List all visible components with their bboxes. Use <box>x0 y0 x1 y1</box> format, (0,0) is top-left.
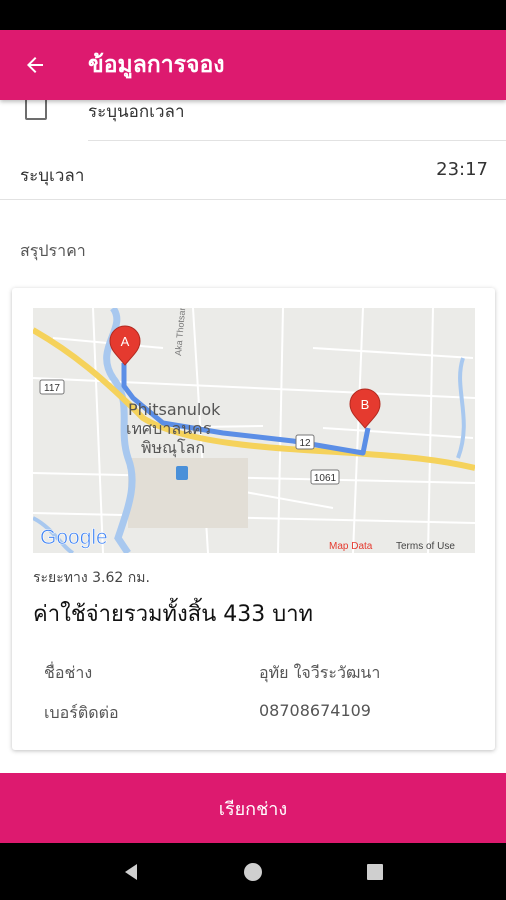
total-cost-text: ค่าใช้จ่ายรวมทั้งสิ้น 433 บาท <box>33 602 314 627</box>
time-row[interactable]: ระบุเวลา 23:17 <box>0 141 506 199</box>
map-data-link[interactable]: Map Data <box>329 541 373 552</box>
phone-value[interactable]: 08708674109 <box>259 701 371 720</box>
svg-text:117: 117 <box>44 383 60 394</box>
time-label: ระบุเวลา <box>20 166 85 186</box>
call-technician-label: เรียกช่าง <box>218 798 288 820</box>
divider <box>0 199 506 200</box>
time-value[interactable]: 23:17 <box>436 159 488 180</box>
city-label-th-2: พิษณุโลก <box>141 438 205 458</box>
google-logo: Google <box>40 526 108 549</box>
price-summary-label: สรุปราคา <box>20 241 86 260</box>
phone-label: เบอร์ติดต่อ <box>44 703 119 722</box>
technician-label: ชื่อช่าง <box>44 663 93 682</box>
nav-back-icon[interactable] <box>111 852 151 892</box>
train-station-icon <box>176 466 188 480</box>
page-title: ข้อมูลการจอง <box>88 52 225 78</box>
road-shield-12: 12 <box>295 434 315 450</box>
after-hours-row: ระบุนอกเวลา <box>0 100 506 140</box>
app-bar: ข้อมูลการจอง <box>0 30 506 100</box>
booking-content: ระบุนอกเวลา ระบุเวลา 23:17 สรุปราคา 117 … <box>0 100 506 773</box>
route-map[interactable]: 117 12 1061 Aka Thotsarot Phitsanulok เท… <box>33 308 475 553</box>
city-label-th-1: เทศบาลนคร <box>126 419 212 438</box>
system-nav-bar <box>0 843 506 900</box>
status-bar <box>0 0 506 30</box>
road-shield-117: 117 <box>39 379 65 395</box>
svg-text:12: 12 <box>299 438 311 449</box>
svg-text:1061: 1061 <box>314 473 337 484</box>
summary-card: 117 12 1061 Aka Thotsarot Phitsanulok เท… <box>12 288 495 750</box>
road-shield-1061: 1061 <box>310 469 340 485</box>
terms-of-use-link[interactable]: Terms of Use <box>396 541 455 552</box>
after-hours-checkbox[interactable] <box>25 100 47 120</box>
nav-recents-icon[interactable] <box>355 852 395 892</box>
city-label-en: Phitsanulok <box>128 400 221 419</box>
technician-name: อุทัย ใจวีระวัฒนา <box>259 663 381 682</box>
back-arrow-icon[interactable] <box>0 30 70 100</box>
call-technician-button[interactable]: เรียกช่าง <box>0 773 506 843</box>
svg-text:A: A <box>121 334 130 349</box>
nav-home-icon[interactable] <box>233 852 273 892</box>
after-hours-label: ระบุนอกเวลา <box>88 102 185 122</box>
distance-text: ระยะทาง 3.62 กม. <box>33 570 150 586</box>
svg-text:B: B <box>361 397 370 412</box>
